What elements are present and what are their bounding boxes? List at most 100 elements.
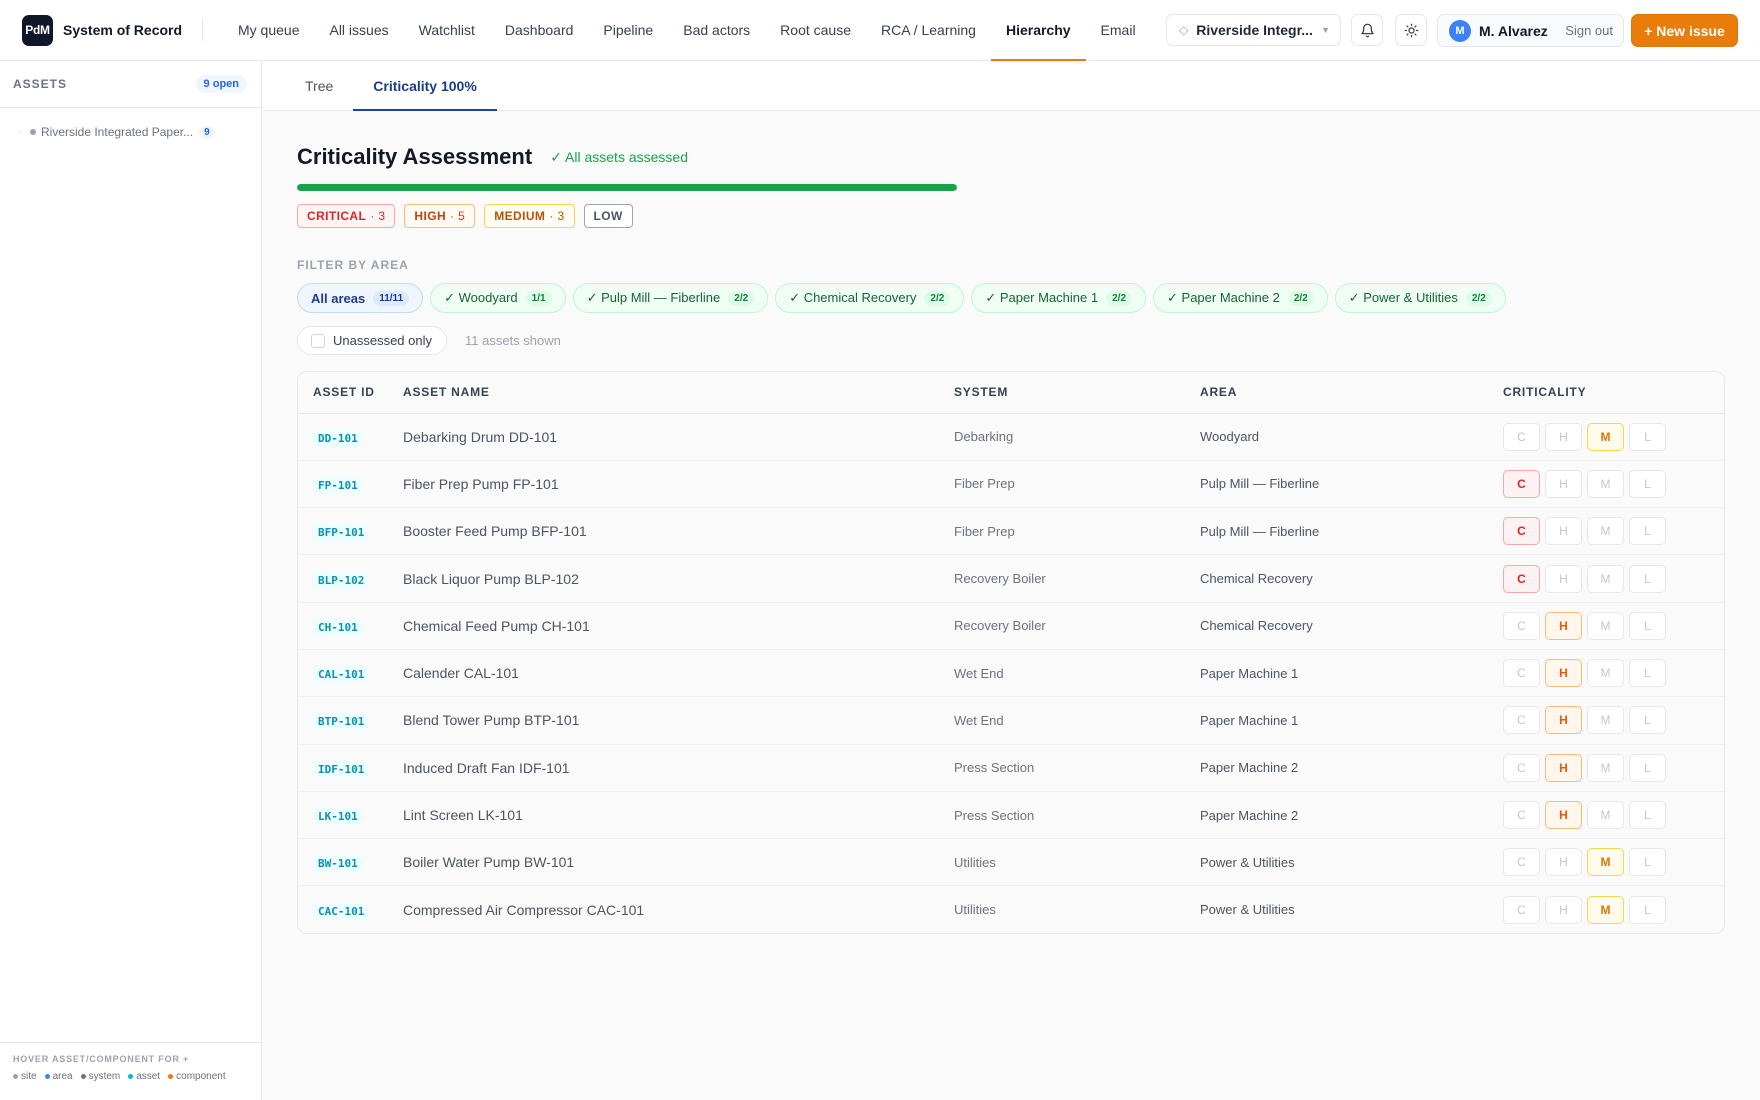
criticality-option-m[interactable]: M	[1587, 801, 1624, 830]
criticality-option-l[interactable]: L	[1629, 469, 1666, 498]
criticality-option-m[interactable]: M	[1587, 895, 1624, 924]
criticality-option-h[interactable]: H	[1545, 469, 1582, 498]
area-chip-pulp-mill-fiberline[interactable]: ✓ Pulp Mill — Fiberline 2/2	[572, 283, 769, 313]
unassessed-only-checkbox[interactable]	[311, 333, 325, 348]
criticality-option-c[interactable]: C	[1503, 706, 1540, 735]
asset-id-link[interactable]: CH-101	[313, 618, 363, 636]
site-selector[interactable]: ◇ Riverside Integr... ▼	[1166, 14, 1341, 46]
criticality-option-m[interactable]: M	[1587, 564, 1624, 593]
criticality-option-l[interactable]: L	[1629, 611, 1666, 640]
table-row: CH-101 Chemical Feed Pump CH-101 Recovery …	[298, 602, 1724, 650]
area-chip-all-areas[interactable]: All areas 11/11	[297, 283, 424, 313]
severity-label: MEDIUM	[494, 209, 546, 223]
asset-id-cell: CAC-101	[298, 885, 403, 934]
criticality-option-c[interactable]: C	[1503, 895, 1540, 924]
area-chip-power-utilities[interactable]: ✓ Power & Utilities 2/2	[1334, 283, 1506, 313]
criticality-option-c[interactable]: C	[1503, 422, 1540, 451]
criticality-option-l[interactable]: L	[1629, 517, 1666, 546]
criticality-option-c[interactable]: C	[1503, 611, 1540, 640]
nav-item-all-issues[interactable]: All issues	[314, 0, 403, 60]
area-chip-paper-machine-2[interactable]: ✓ Paper Machine 2 2/2	[1153, 283, 1328, 313]
criticality-option-m[interactable]: M	[1587, 848, 1624, 877]
asset-id-link[interactable]: FP-101	[313, 476, 363, 494]
criticality-option-h[interactable]: H	[1545, 848, 1582, 877]
criticality-option-l[interactable]: L	[1629, 801, 1666, 830]
criticality-option-c[interactable]: C	[1503, 517, 1540, 546]
nav-item-hierarchy[interactable]: Hierarchy	[990, 0, 1086, 61]
theme-toggle-button[interactable]	[1395, 14, 1427, 46]
asset-id-link[interactable]: CAC-101	[313, 902, 370, 920]
criticality-option-h[interactable]: H	[1545, 564, 1582, 593]
criticality-option-c[interactable]: C	[1503, 753, 1540, 782]
asset-id-link[interactable]: LK-101	[313, 808, 363, 826]
criticality-option-h[interactable]: H	[1545, 706, 1582, 735]
tab-tree[interactable]: Tree	[285, 61, 353, 110]
criticality-option-m[interactable]: M	[1587, 659, 1624, 688]
criticality-selector: CHML	[1503, 848, 1724, 877]
unassessed-only-toggle[interactable]: Unassessed only	[297, 326, 447, 355]
criticality-option-m[interactable]: M	[1587, 706, 1624, 735]
criticality-option-c[interactable]: C	[1503, 848, 1540, 877]
criticality-option-l[interactable]: L	[1629, 706, 1666, 735]
criticality-option-l[interactable]: L	[1629, 753, 1666, 782]
area-cell: Paper Machine 2	[1200, 744, 1503, 792]
legend-label: system	[88, 1071, 121, 1082]
criticality-option-l[interactable]: L	[1629, 422, 1666, 451]
chevron-right-icon[interactable]: ·	[18, 127, 30, 137]
criticality-option-m[interactable]: M	[1587, 753, 1624, 782]
nav-item-my-queue[interactable]: My queue	[223, 0, 314, 60]
table-row: BFP-101 Booster Feed Pump BFP-101 Fiber Pr…	[298, 507, 1724, 556]
criticality-option-m[interactable]: M	[1587, 422, 1624, 451]
criticality-option-h[interactable]: H	[1545, 659, 1582, 688]
unassessed-only-label: Unassessed only	[333, 333, 432, 348]
nav-item-root-cause[interactable]: Root cause	[765, 0, 866, 60]
nav-item-pipeline[interactable]: Pipeline	[588, 0, 668, 60]
site-selector-label: Riverside Integr...	[1196, 22, 1313, 38]
sidebar-title: ASSETS	[13, 77, 68, 91]
asset-id-link[interactable]: BFP-101	[313, 524, 370, 542]
sign-out-link[interactable]: Sign out	[1565, 23, 1613, 38]
criticality-option-c[interactable]: C	[1503, 801, 1540, 830]
nav-item-dashboard[interactable]: Dashboard	[490, 0, 589, 60]
criticality-option-h[interactable]: H	[1545, 611, 1582, 640]
system-cell: Press Section	[954, 744, 1200, 792]
asset-id-link[interactable]: BLP-102	[313, 571, 370, 589]
asset-id-link[interactable]: BW-101	[313, 855, 363, 873]
criticality-option-l[interactable]: L	[1629, 848, 1666, 877]
notifications-button[interactable]	[1351, 14, 1383, 46]
criticality-option-h[interactable]: H	[1545, 753, 1582, 782]
asset-id-link[interactable]: BTP-101	[313, 713, 370, 731]
criticality-option-h[interactable]: H	[1545, 517, 1582, 546]
tab-criticality-100[interactable]: Criticality 100%	[353, 61, 497, 111]
tree-item-label: Riverside Integrated Paper...	[41, 125, 194, 139]
area-chip-count: 2/2	[728, 290, 755, 306]
asset-id-link[interactable]: IDF-101	[313, 760, 370, 778]
avatar[interactable]: M	[1449, 19, 1471, 42]
criticality-option-h[interactable]: H	[1545, 801, 1582, 830]
area-chip-chemical-recovery[interactable]: ✓ Chemical Recovery 2/2	[775, 283, 965, 313]
nav-item-watchlist[interactable]: Watchlist	[404, 0, 490, 60]
nav-item-rca-learning[interactable]: RCA / Learning	[866, 0, 991, 60]
criticality-option-l[interactable]: L	[1629, 564, 1666, 593]
tree-item-site[interactable]: · Riverside Integrated Paper... 9	[0, 114, 261, 150]
system-cell: Utilities	[954, 838, 1200, 887]
brand[interactable]: PdM System of Record	[0, 0, 202, 60]
new-issue-button[interactable]: + New issue	[1631, 14, 1738, 47]
criticality-option-c[interactable]: C	[1503, 659, 1540, 688]
area-chip-woodyard[interactable]: ✓ Woodyard 1/1	[430, 283, 566, 313]
criticality-option-l[interactable]: L	[1629, 895, 1666, 924]
nav-item-bad-actors[interactable]: Bad actors	[668, 0, 765, 60]
criticality-option-m[interactable]: M	[1587, 611, 1624, 640]
criticality-option-c[interactable]: C	[1503, 469, 1540, 498]
criticality-option-h[interactable]: H	[1545, 895, 1582, 924]
nav-item-email[interactable]: Email	[1086, 0, 1151, 60]
criticality-option-c[interactable]: C	[1503, 564, 1540, 593]
asset-id-link[interactable]: CAL-101	[313, 666, 370, 684]
criticality-option-l[interactable]: L	[1629, 659, 1666, 688]
asset-id-link[interactable]: DD-101	[313, 429, 363, 447]
criticality-option-m[interactable]: M	[1587, 469, 1624, 498]
criticality-option-h[interactable]: H	[1545, 422, 1582, 451]
criticality-option-m[interactable]: M	[1587, 517, 1624, 546]
criticality-cell: CHML	[1503, 744, 1724, 792]
area-chip-paper-machine-1[interactable]: ✓ Paper Machine 1 2/2	[971, 283, 1147, 313]
